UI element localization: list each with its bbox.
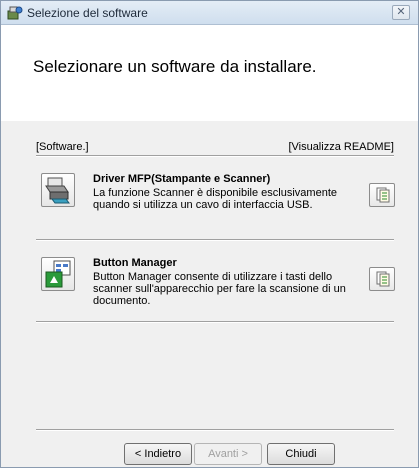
document-icon	[376, 187, 390, 203]
divider	[36, 321, 394, 323]
item-description: La funzione Scanner è disponibile esclus…	[93, 187, 337, 211]
next-button[interactable]: Avanti >	[194, 443, 262, 465]
page-title: Selezionare un software da installare.	[33, 57, 317, 76]
list-item-driver-mfp: Driver MFP(Stampante e Scanner) La funzi…	[39, 173, 399, 223]
software-column-label: [Software.]	[36, 141, 89, 153]
item-title: Button Manager	[93, 257, 177, 269]
install-driver-mfp-button[interactable]	[41, 173, 75, 207]
divider	[36, 429, 394, 431]
item-title: Driver MFP(Stampante e Scanner)	[93, 173, 271, 185]
readme-driver-mfp-button[interactable]	[369, 183, 395, 207]
document-icon	[376, 271, 390, 287]
title-bar: Selezione del software ✕	[1, 1, 418, 25]
readme-button-manager-button[interactable]	[369, 267, 395, 291]
software-app-icon	[7, 6, 23, 20]
list-item-button-manager: Button Manager Button Manager consente d…	[39, 257, 399, 307]
installer-window: Selezione del software ✕ Selezionare un …	[0, 0, 419, 468]
item-description: Button Manager consente di utilizzare i …	[93, 271, 346, 307]
window-title: Selezione del software	[27, 6, 148, 20]
close-button[interactable]: Chiudi	[267, 443, 335, 465]
button-manager-icon	[45, 260, 71, 288]
close-window-button[interactable]: ✕	[392, 5, 410, 20]
readme-column-label: [Visualizza README]	[288, 141, 394, 153]
back-button[interactable]: < Indietro	[124, 443, 192, 465]
install-button-manager-button[interactable]	[41, 257, 75, 291]
printer-scanner-icon	[45, 177, 70, 204]
divider	[36, 155, 394, 157]
divider	[36, 239, 394, 241]
close-icon: ✕	[396, 6, 406, 18]
